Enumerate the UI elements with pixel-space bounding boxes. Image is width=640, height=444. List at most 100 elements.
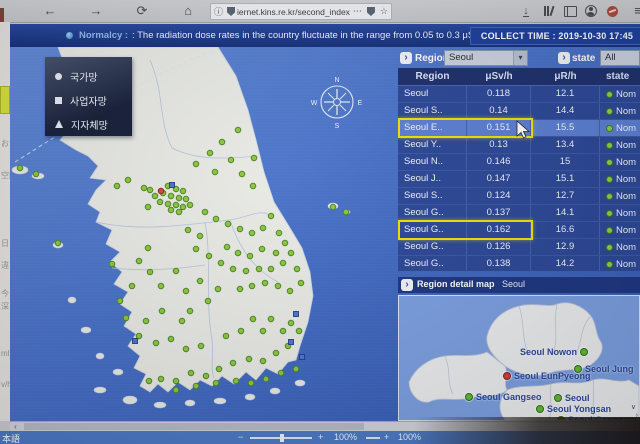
menu-icon[interactable]: ≡ [628, 0, 640, 22]
station-dot-green[interactable] [298, 280, 304, 286]
station-dot-green[interactable] [256, 266, 262, 272]
station-dot-green[interactable] [176, 195, 182, 201]
detail-station-seoul-nowon[interactable]: Seoul Nowon [520, 347, 588, 357]
url-text[interactable]: iernet.kins.re.kr/second_index.asp?sido=… [237, 7, 350, 17]
table-row-10[interactable]: Seoul G..0.12612.9Nom [398, 239, 640, 256]
station-dot-green[interactable] [219, 139, 225, 145]
station-dot-green[interactable] [235, 127, 241, 133]
station-dot-green[interactable] [225, 221, 231, 227]
station-dot-green[interactable] [262, 280, 268, 286]
station-dot-green[interactable] [268, 266, 274, 272]
table-row-7[interactable]: Seoul S..0.12412.7Nom [398, 188, 640, 205]
downloads-icon[interactable]: ↓ [518, 3, 534, 19]
reload-icon[interactable]: ⟳ [132, 0, 152, 22]
table-row-2[interactable]: Seoul S..0.1414.4Nom [398, 103, 640, 120]
region-dropdown[interactable]: Seoul ▾ [444, 50, 528, 66]
site-info-icon[interactable]: ⓘ [214, 5, 223, 18]
station-dot-green[interactable] [230, 360, 236, 366]
station-dot-green[interactable] [250, 183, 256, 189]
station-dot-green[interactable] [288, 250, 294, 256]
seoul-detail-map[interactable]: Seoul NowonSeoul JungSeoul EunPyeongSeou… [398, 295, 640, 421]
station-dot-green[interactable] [147, 269, 153, 275]
station-dot-green[interactable] [224, 244, 230, 250]
table-row-6[interactable]: Seoul J..0.14715.1Nom [398, 171, 640, 188]
station-dot-green[interactable] [294, 266, 300, 272]
station-dot-green[interactable] [246, 356, 252, 362]
station-dot-green[interactable] [260, 328, 266, 334]
station-dot-green[interactable] [147, 187, 153, 193]
station-dot-green[interactable] [117, 298, 123, 304]
station-dot-green[interactable] [180, 188, 186, 194]
station-dot-green[interactable] [188, 370, 194, 376]
station-dot-green[interactable] [213, 216, 219, 222]
station-dot-green[interactable] [259, 246, 265, 252]
station-dot-green[interactable] [250, 316, 256, 322]
station-square-blue[interactable] [300, 355, 305, 360]
station-dot-green[interactable] [129, 283, 135, 289]
station-dot-green[interactable] [168, 336, 174, 342]
station-dot-green[interactable] [187, 202, 193, 208]
station-dot-green[interactable] [296, 328, 302, 334]
station-dot-green[interactable] [228, 157, 234, 163]
station-dot-green[interactable] [287, 288, 293, 294]
station-dot-green[interactable] [176, 209, 182, 215]
station-dot-green[interactable] [183, 346, 189, 352]
station-dot-green[interactable] [136, 258, 142, 264]
station-dot-green[interactable] [276, 230, 282, 236]
account-icon[interactable] [583, 3, 599, 19]
table-row-11[interactable]: Seoul G..0.13814.2Nom [398, 256, 640, 271]
station-dot-green[interactable] [235, 250, 241, 256]
station-square-blue[interactable] [289, 340, 294, 345]
station-dot-green[interactable] [197, 233, 203, 239]
home-icon[interactable]: ⌂ [178, 0, 198, 22]
station-dot-green[interactable] [180, 204, 186, 210]
station-dot-green[interactable] [153, 340, 159, 346]
station-dot-green[interactable] [168, 193, 174, 199]
library-icon[interactable] [540, 3, 556, 19]
station-dot-green[interactable] [230, 266, 236, 272]
station-dot-green[interactable] [280, 328, 286, 334]
station-dot-green[interactable] [223, 333, 229, 339]
zoom-slider-thumb[interactable] [280, 434, 284, 442]
station-dot-green[interactable] [185, 227, 191, 233]
station-dot-green[interactable] [143, 318, 149, 324]
station-dot-green[interactable] [293, 366, 299, 372]
back-icon[interactable]: ← [40, 0, 60, 22]
secondary-zoom-in[interactable]: + [384, 432, 389, 442]
station-dot-green[interactable] [193, 246, 199, 252]
horizontal-scrollbar[interactable]: ‹ › [10, 421, 640, 431]
station-dot-green[interactable] [173, 378, 179, 384]
chevron-down-icon[interactable]: ▾ [513, 51, 527, 65]
forward-icon[interactable]: → [86, 0, 106, 22]
extension-icon[interactable] [604, 3, 620, 19]
station-square-blue[interactable] [133, 339, 138, 344]
secondary-zoom-slider[interactable] [366, 437, 380, 439]
station-dot-green[interactable] [123, 315, 129, 321]
station-dot-green[interactable] [141, 185, 147, 191]
station-dot-green[interactable] [239, 171, 245, 177]
scrollbar-thumb[interactable] [24, 423, 364, 430]
station-dot-green[interactable] [282, 240, 288, 246]
station-dot-green[interactable] [183, 196, 189, 202]
station-dot-green[interactable] [207, 150, 213, 156]
station-dot-green[interactable] [206, 253, 212, 259]
station-dot-green[interactable] [215, 286, 221, 292]
station-dot-green[interactable] [248, 380, 254, 386]
table-row-9[interactable]: Seoul G..0.16216.6Nom [398, 222, 640, 239]
station-dot-green[interactable] [249, 283, 255, 289]
station-dot-green[interactable] [251, 155, 257, 161]
station-dot-green[interactable] [343, 209, 349, 215]
station-dot-green[interactable] [268, 213, 274, 219]
scrollbar-left-arrow[interactable]: ‹ [10, 422, 21, 431]
page-actions-icon[interactable]: ⋯ [353, 6, 362, 17]
table-row-5[interactable]: Seoul N..0.14615Nom [398, 154, 640, 171]
detail-station-seoul-yongsan[interactable]: Seoul Yongsan [536, 404, 611, 414]
zoom-slider[interactable] [250, 437, 312, 439]
station-dot-green[interactable] [183, 288, 189, 294]
detail-station-seoul[interactable]: Seoul [554, 393, 590, 403]
station-dot-green[interactable] [145, 204, 151, 210]
sidebar-icon[interactable] [562, 3, 578, 19]
station-dot-green[interactable] [197, 278, 203, 284]
detail-station-seoul-gangseo[interactable]: Seoul Gangseo [465, 392, 542, 402]
station-dot-green[interactable] [278, 370, 284, 376]
